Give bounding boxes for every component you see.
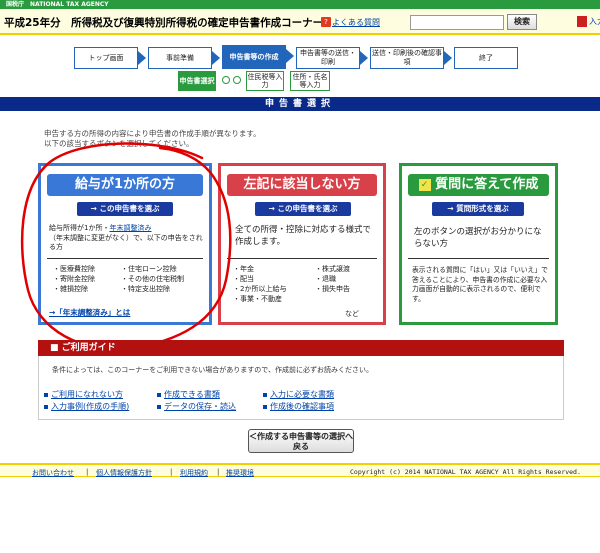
search-input[interactable] [410, 15, 504, 30]
step-confirm: 送信・印刷後の確認事項 [370, 47, 452, 69]
income-item: ・株式譲渡 [315, 265, 350, 273]
footer: お問い合わせ | 個人情報保護方針 | 利用規約 | 推奨環境 Copyrigh… [0, 463, 600, 477]
step-end: 終了 [454, 47, 518, 69]
footer-link-contact[interactable]: お問い合わせ [32, 468, 74, 478]
card-question-title-text: 質問に答えて作成 [435, 177, 539, 192]
footer-link-env[interactable]: 推奨環境 [226, 468, 254, 478]
income-list-right: ・株式譲渡 ・退職 ・損失申告 [315, 264, 381, 294]
page-title: 平成25年分 所得税及び復興特別所得税の確定申告書作成コーナー [4, 17, 324, 29]
income-item: ・損失申告 [315, 285, 350, 293]
substep-address: 住所・氏名等入力 [290, 71, 330, 91]
other-desc: 全ての所得・控除に対応する様式で作成します。 [235, 225, 372, 247]
faq-icon[interactable]: ? [321, 17, 331, 27]
header: 平成25年分 所得税及び復興特別所得税の確定申告書作成コーナー ? よくある質問… [0, 9, 600, 35]
manual-icon[interactable] [577, 16, 587, 27]
substep-dot-1 [222, 76, 230, 84]
bullet-icon [263, 405, 267, 409]
footer-link-privacy[interactable]: 個人情報保護方針 [96, 468, 152, 478]
agency-logo: 国税庁 NATIONAL TAX AGENCY [6, 1, 109, 8]
divider [227, 258, 377, 259]
footer-sep: | [86, 468, 89, 476]
substep-dot-2 [233, 76, 241, 84]
income-item: ・年金 [233, 265, 254, 273]
step-create: 申告書等の作成 [222, 45, 294, 69]
manual-link[interactable]: 入力例 [589, 16, 600, 27]
guide-link-documents[interactable]: 作成できる書類 [164, 389, 220, 400]
other-select-button[interactable]: → この申告書を選ぶ [255, 202, 351, 216]
guide-title: ■ ご利用ガイド [38, 340, 564, 356]
agency-bar: 国税庁 NATIONAL TAX AGENCY [0, 0, 600, 9]
intro-line-1: 申告する方の所得の内容により申告書の作成手順が異なります。 [44, 129, 261, 138]
question-check-icon: ✓ [418, 179, 431, 191]
footer-link-terms[interactable]: 利用規約 [180, 468, 208, 478]
step-prep: 事前準備 [148, 47, 220, 69]
substep-select: 申告書選択 [178, 71, 216, 91]
back-button[interactable]: ＜作成する申告書等の選択へ戻る [248, 429, 354, 453]
card-other: 左記に該当しない方 → この申告書を選ぶ 全ての所得・控除に対応する様式で作成し… [218, 163, 386, 325]
guide-link-after[interactable]: 作成後の確認事項 [270, 401, 334, 412]
copyright: Copyright (c) 2014 NATIONAL TAX AGENCY A… [350, 468, 581, 476]
card-question-title: ✓ 質問に答えて作成 [408, 174, 549, 196]
guide-link-required[interactable]: 入力に必要な書類 [270, 389, 334, 400]
bullet-icon [44, 405, 48, 409]
step-top: トップ画面 [74, 47, 146, 69]
annotation-circle [20, 142, 232, 351]
question-note: 表示される質問に「はい」又は「いいえ」で答えることにより、申告書の作成に必要な入… [412, 266, 548, 303]
footer-sep: | [217, 468, 220, 476]
income-item: ・配当 [233, 275, 254, 283]
income-list-left: ・年金 ・配当 ・2か所以上給与 ・事業・不動産 [233, 264, 313, 304]
bullet-icon [44, 393, 48, 397]
substep-resident: 住民税等入力 [246, 71, 284, 91]
bullet-icon [157, 393, 161, 397]
income-item: ・2か所以上給与 [233, 285, 287, 293]
guide-link-unavailable[interactable]: ご利用になれない方 [51, 389, 123, 400]
bullet-icon [263, 393, 267, 397]
step-send: 申告書等の送信・印刷 [296, 47, 368, 69]
divider [408, 258, 549, 259]
card-question: ✓ 質問に答えて作成 → 質問形式を選ぶ 左のボタンの選択がお分かりにならない方… [399, 163, 558, 325]
faq-link[interactable]: よくある質問 [332, 17, 380, 28]
income-item: ・事業・不動産 [233, 295, 282, 303]
income-item: ・退職 [315, 275, 336, 283]
etc-text: など [345, 310, 359, 318]
search-button[interactable]: 検索 [507, 14, 537, 30]
bullet-icon [157, 405, 161, 409]
card-other-title: 左記に該当しない方 [227, 174, 377, 196]
section-title: 申告書選択 [0, 97, 600, 111]
guide-link-steps[interactable]: 入力事例(作成の手順) [51, 401, 129, 412]
question-select-button[interactable]: → 質問形式を選ぶ [432, 202, 524, 216]
guide-link-save[interactable]: データの保存・読込 [164, 401, 236, 412]
question-desc: 左のボタンの選択がお分かりにならない方 [414, 227, 542, 249]
guide-note: 条件によっては、このコーナーをご利用できない場合がありますので、作成前に必ずお読… [52, 366, 374, 374]
footer-sep: | [170, 468, 173, 476]
